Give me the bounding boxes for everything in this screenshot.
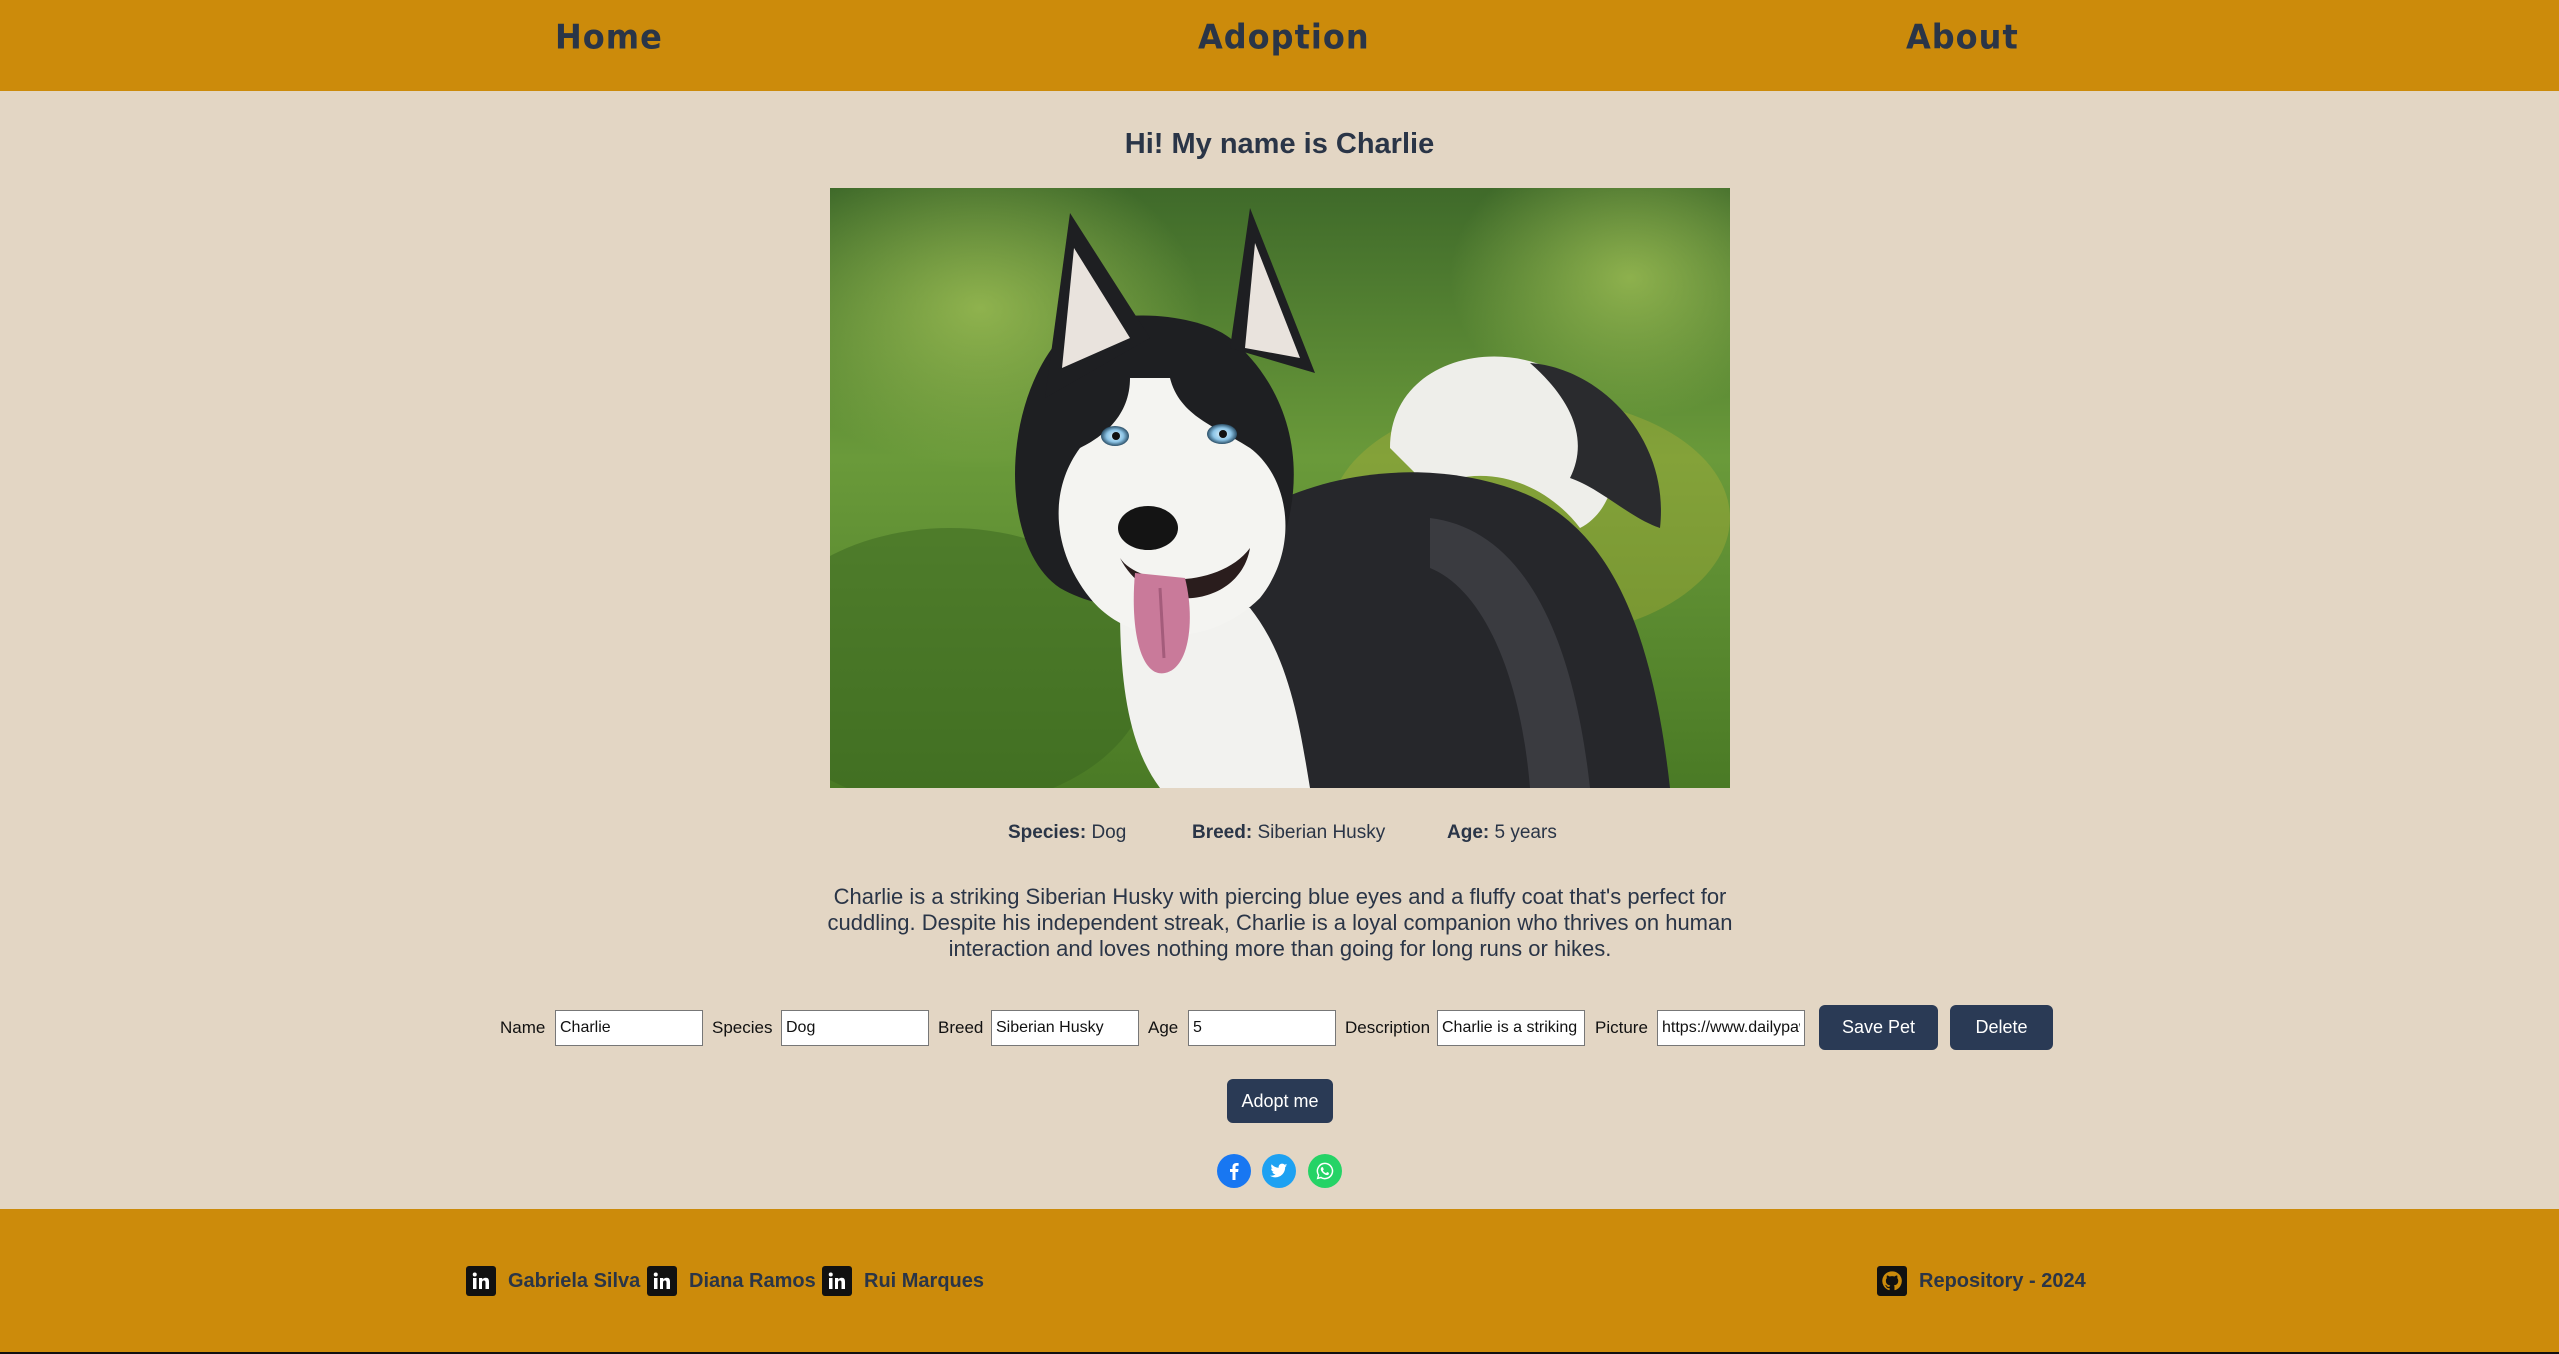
repository-link[interactable]: Repository - 2024 (1877, 1265, 2086, 1297)
linkedin-icon (822, 1266, 852, 1296)
footer-author-link[interactable]: Rui Marques (822, 1265, 984, 1297)
delete-button[interactable]: Delete (1950, 1005, 2053, 1050)
species-input[interactable] (781, 1010, 929, 1046)
name-input[interactable] (555, 1010, 703, 1046)
age-fact-value: 5 years (1494, 822, 1557, 843)
footer-author-link[interactable]: Gabriela Silva (466, 1265, 640, 1297)
whatsapp-icon[interactable] (1308, 1154, 1342, 1188)
nav-adoption-link[interactable]: Adoption (1198, 17, 1370, 57)
species-fact: Species: Dog (1008, 822, 1126, 844)
footer-author-name: Diana Ramos (689, 1269, 816, 1292)
breed-label: Breed (938, 1018, 984, 1037)
github-icon (1877, 1266, 1907, 1296)
adopt-me-button[interactable]: Adopt me (1227, 1079, 1333, 1123)
breed-fact: Breed: Siberian Husky (1192, 822, 1385, 844)
age-input[interactable] (1188, 1010, 1336, 1046)
top-navigation: Home Adoption About (0, 0, 2559, 91)
age-fact-label: Age: (1447, 822, 1490, 843)
linkedin-icon (466, 1266, 496, 1296)
age-label: Age (1148, 1018, 1179, 1037)
footer-author-name: Gabriela Silva (508, 1269, 641, 1292)
pet-description: Charlie is a striking Siberian Husky wit… (827, 884, 1733, 961)
facebook-icon[interactable] (1217, 1154, 1251, 1188)
repository-label: Repository - 2024 (1919, 1269, 2086, 1292)
breed-input[interactable] (991, 1010, 1139, 1046)
save-pet-button[interactable]: Save Pet (1819, 1005, 1938, 1050)
footer: Gabriela Silva Diana Ramos Rui Marques R… (0, 1209, 2559, 1352)
breed-fact-label: Breed: (1192, 822, 1253, 843)
species-label: Species (712, 1018, 773, 1037)
nav-about-link[interactable]: About (1906, 17, 2019, 57)
footer-author-link[interactable]: Diana Ramos (647, 1265, 816, 1297)
picture-label: Picture (1595, 1018, 1648, 1037)
species-fact-value: Dog (1091, 822, 1127, 843)
nav-home-link[interactable]: Home (555, 17, 663, 57)
footer-author-name: Rui Marques (864, 1269, 985, 1292)
species-fact-label: Species: (1008, 822, 1087, 843)
name-label: Name (500, 1018, 546, 1037)
description-input[interactable] (1437, 1010, 1585, 1046)
pet-title: Hi! My name is Charlie (1124, 128, 1435, 160)
pet-photo (830, 188, 1730, 788)
age-fact: Age: 5 years (1447, 822, 1557, 844)
twitter-icon[interactable] (1262, 1154, 1296, 1188)
picture-input[interactable] (1657, 1010, 1805, 1046)
description-label: Description (1345, 1018, 1431, 1037)
linkedin-icon (647, 1266, 677, 1296)
breed-fact-value: Siberian Husky (1257, 822, 1386, 843)
